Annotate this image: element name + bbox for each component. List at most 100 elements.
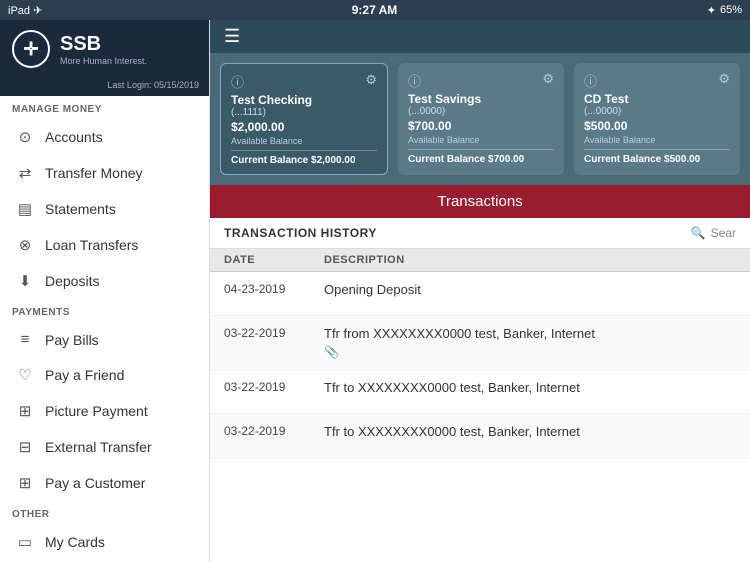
brand-name: SSB [60, 33, 147, 56]
sidebar-section-header-manage-money: MANAGE MONEY [0, 96, 209, 119]
main-content: ☰ ⓘ ⚙ Test Checking (...1111) $2,000.00 … [210, 20, 750, 562]
search-icon: 🔍 [691, 226, 706, 240]
card-number-1: (...0000) [408, 106, 554, 117]
transaction-row-2: 03-22-2019 Tfr to XXXXXXXX0000 test, Ban… [210, 370, 750, 414]
last-login: Last Login: 05/15/2019 [0, 78, 209, 96]
card-name-0: Test Checking [231, 93, 377, 107]
statements-label: Statements [45, 201, 116, 217]
card-avail-label-1: Available Balance [408, 135, 554, 145]
tx-attach-icon-1: 📎 [324, 345, 736, 359]
status-left: iPad ✈ [8, 4, 42, 17]
tx-description-2: Tfr to XXXXXXXX0000 test, Banker, Intern… [324, 380, 736, 395]
sidebar-item-pay-customer[interactable]: ⊞Pay a Customer [0, 465, 209, 501]
status-bar: iPad ✈ 9:27 AM ✦ 65% [0, 0, 750, 20]
sidebar-item-deposits[interactable]: ⬇Deposits [0, 263, 209, 299]
tx-desc-area-2: Tfr to XXXXXXXX0000 test, Banker, Intern… [324, 380, 736, 395]
statements-icon: ▤ [15, 200, 35, 218]
gear-icon-0[interactable]: ⚙ [365, 72, 377, 88]
account-card-1[interactable]: ⓘ ⚙ Test Savings (...0000) $700.00 Avail… [398, 63, 564, 175]
card-current-0: Current Balance $2,000.00 [231, 150, 377, 166]
logo-icon: ✛ [12, 30, 50, 68]
sidebar: ✛ SSB More Human Interest. Last Login: 0… [0, 20, 210, 562]
transactions-header: Transactions [210, 185, 750, 218]
pay-bills-label: Pay Bills [45, 332, 99, 348]
tx-desc-area-3: Tfr to XXXXXXXX0000 test, Banker, Intern… [324, 424, 736, 439]
top-bar: ☰ [210, 20, 750, 53]
transaction-history-title: TRANSACTION HISTORY [224, 226, 377, 240]
sidebar-item-statements[interactable]: ▤ Statements [0, 191, 209, 227]
tx-desc-area-1: Tfr from XXXXXXXX0000 test, Banker, Inte… [324, 326, 736, 359]
pay-friend-icon: ♡ [15, 366, 35, 384]
account-card-2[interactable]: ⓘ ⚙ CD Test (...0000) $500.00 Available … [574, 63, 740, 175]
sidebar-item-accounts[interactable]: ⊙ Accounts [0, 119, 209, 155]
accounts-icon: ⊙ [15, 128, 35, 146]
card-balance-1: $700.00 [408, 119, 554, 133]
external-transfer-label: External Transfer [45, 439, 152, 455]
tx-date-1: 03-22-2019 [224, 326, 324, 340]
account-card-0[interactable]: ⓘ ⚙ Test Checking (...1111) $2,000.00 Av… [220, 63, 388, 175]
date-column-header: DATE [224, 254, 324, 266]
card-number-2: (...0000) [584, 106, 730, 117]
gear-icon-1[interactable]: ⚙ [542, 71, 554, 87]
card-number-0: (...1111) [231, 107, 377, 118]
ipad-label: iPad ✈ [8, 4, 42, 17]
info-icon-1[interactable]: ⓘ [408, 71, 421, 90]
sidebar-item-pay-bills[interactable]: ≡ Pay Bills [0, 322, 209, 357]
bluetooth-icon: ✦ [707, 4, 716, 17]
tx-date-2: 03-22-2019 [224, 380, 324, 394]
brand-tagline: More Human Interest. [60, 56, 147, 66]
search-area[interactable]: 🔍 Sear [691, 226, 736, 240]
sidebar-item-picture-payment[interactable]: ⊞ Picture Payment [0, 393, 209, 429]
transaction-row-1: 03-22-2019 Tfr from XXXXXXXX0000 test, B… [210, 316, 750, 370]
battery-icon: 65% [720, 4, 742, 16]
account-cards: ⓘ ⚙ Test Checking (...1111) $2,000.00 Av… [210, 53, 750, 185]
description-column-header: DESCRIPTION [324, 254, 736, 266]
card-balance-0: $2,000.00 [231, 120, 377, 134]
hamburger-icon[interactable]: ☰ [224, 26, 240, 47]
sidebar-item-external-transfer[interactable]: ⊟ External Transfer [0, 429, 209, 465]
transaction-row-0: 04-23-2019 Opening Deposit [210, 272, 750, 316]
pay-bills-icon: ≡ [15, 331, 35, 348]
tx-date-0: 04-23-2019 [224, 282, 324, 296]
transaction-list: 04-23-2019 Opening Deposit 03-22-2019 Tf… [210, 272, 750, 562]
my-cards-label: My Cards [45, 534, 105, 550]
card-name-2: CD Test [584, 92, 730, 106]
tx-description-0: Opening Deposit [324, 282, 736, 297]
my-cards-icon: ▭ [15, 533, 35, 551]
card-balance-2: $500.00 [584, 119, 730, 133]
picture-payment-icon: ⊞ [15, 402, 35, 420]
tx-date-3: 03-22-2019 [224, 424, 324, 438]
external-transfer-icon: ⊟ [15, 438, 35, 456]
card-avail-label-2: Available Balance [584, 135, 730, 145]
sidebar-item-pay-friend[interactable]: ♡ Pay a Friend [0, 357, 209, 393]
transfer-money-label: Transfer Money [45, 165, 143, 181]
status-right: ✦ 65% [707, 4, 742, 17]
sidebar-item-loan-transfers[interactable]: ⊗Loan Transfers [0, 227, 209, 263]
sidebar-logo: ✛ SSB More Human Interest. [0, 20, 209, 78]
tx-desc-area-0: Opening Deposit [324, 282, 736, 297]
card-current-2: Current Balance $500.00 [584, 149, 730, 165]
pay-customer-label: Pay a Customer [45, 475, 145, 491]
status-time: 9:27 AM [352, 3, 398, 17]
tx-description-3: Tfr to XXXXXXXX0000 test, Banker, Intern… [324, 424, 736, 439]
gear-icon-2[interactable]: ⚙ [718, 71, 730, 87]
info-icon-2[interactable]: ⓘ [584, 71, 597, 90]
transaction-row-3: 03-22-2019 Tfr to XXXXXXXX0000 test, Ban… [210, 414, 750, 458]
transaction-subheader: TRANSACTION HISTORY 🔍 Sear [210, 218, 750, 249]
pay-friend-label: Pay a Friend [45, 367, 124, 383]
transfer-money-icon: ⇄ [15, 164, 35, 182]
info-icon-0[interactable]: ⓘ [231, 72, 244, 91]
sidebar-item-transfer-money[interactable]: ⇄ Transfer Money [0, 155, 209, 191]
card-avail-label-0: Available Balance [231, 136, 377, 146]
card-name-1: Test Savings [408, 92, 554, 106]
transaction-columns: DATE DESCRIPTION [210, 249, 750, 272]
card-current-1: Current Balance $700.00 [408, 149, 554, 165]
search-label: Sear [711, 226, 736, 240]
loan-transfers-label: Loan Transfers [45, 237, 138, 253]
accounts-label: Accounts [45, 129, 103, 145]
deposits-label: Deposits [45, 273, 99, 289]
picture-payment-label: Picture Payment [45, 403, 148, 419]
tx-description-1: Tfr from XXXXXXXX0000 test, Banker, Inte… [324, 326, 736, 341]
sidebar-item-my-cards[interactable]: ▭ My Cards [0, 524, 209, 560]
sidebar-sections: MANAGE MONEY ⊙ Accounts ⇄ Transfer Money ▤ Sta… [0, 96, 209, 562]
